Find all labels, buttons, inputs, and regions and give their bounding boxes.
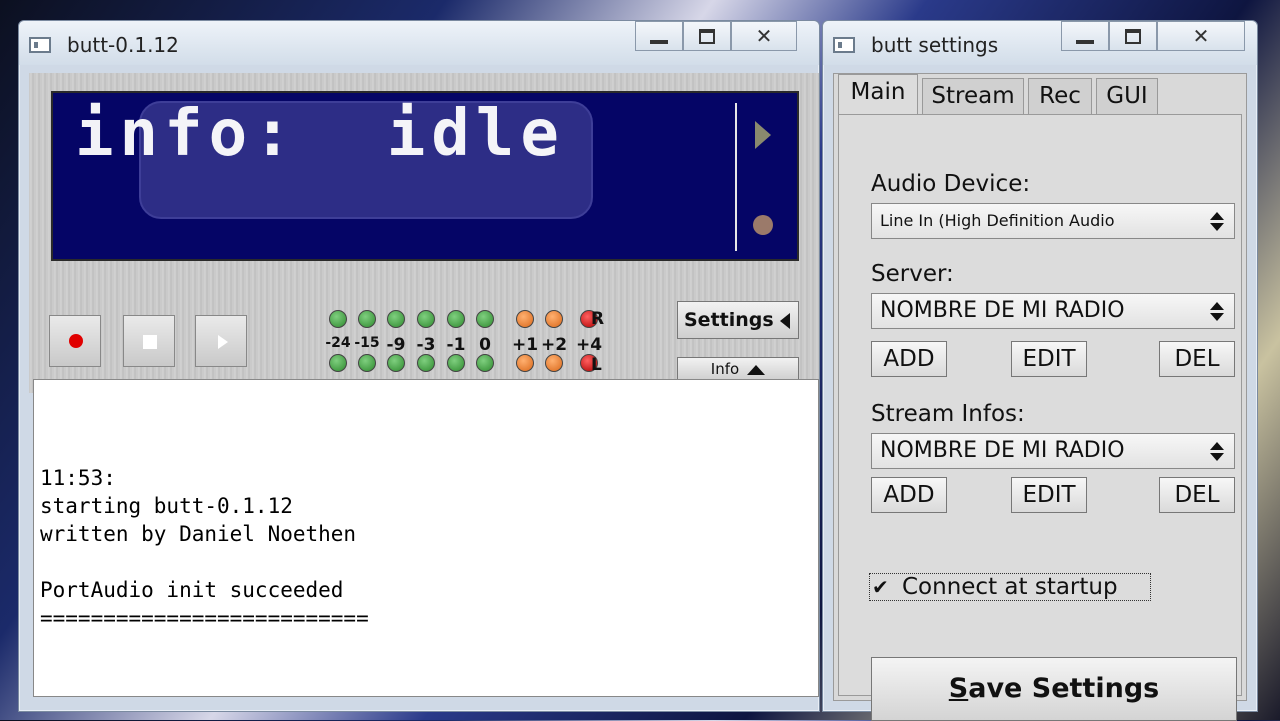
- meter-led: [417, 310, 435, 328]
- record-button[interactable]: [49, 315, 101, 367]
- tab-rec[interactable]: Rec: [1028, 78, 1092, 114]
- tab-gui[interactable]: GUI: [1096, 78, 1158, 114]
- settings-button-label: Settings: [684, 309, 774, 331]
- save-settings-label: ave Settings: [968, 673, 1160, 704]
- app-window-icon: [29, 37, 51, 53]
- play-icon: [218, 335, 228, 349]
- lcd-next-arrow-icon[interactable]: [755, 121, 771, 149]
- log-lines: 11:53: starting butt-0.1.12 written by Dan…: [40, 464, 818, 632]
- log-line: written by Daniel Noethen: [40, 522, 357, 546]
- settings-titlebar[interactable]: butt settings ✕: [823, 21, 1257, 65]
- log-line: ==========================: [40, 606, 369, 630]
- maximize-button[interactable]: [683, 21, 731, 51]
- meter-led: [329, 310, 347, 328]
- main-tab-panel: Audio Device: Line In (High Definition A…: [838, 114, 1242, 721]
- stream-infos-select[interactable]: NOMBRE DE MI RADIO: [871, 433, 1235, 469]
- select-arrows-icon: [1210, 442, 1224, 462]
- stream-infos-value: NOMBRE DE MI RADIO: [880, 438, 1125, 463]
- close-button[interactable]: ✕: [731, 21, 797, 51]
- meter-led: [476, 354, 494, 372]
- audio-device-value: Line In (High Definition Audio: [880, 211, 1115, 230]
- meter-led: [447, 310, 465, 328]
- meter-led: [358, 310, 376, 328]
- settings-maximize-button[interactable]: [1109, 21, 1157, 51]
- meter-db-label: 0: [479, 335, 491, 355]
- meter-led: [329, 354, 347, 372]
- settings-button[interactable]: Settings: [677, 301, 799, 339]
- settings-window: butt settings ✕ Main Stream Rec GUI Audi…: [822, 20, 1258, 721]
- stop-icon: [143, 335, 157, 349]
- settings-window-icon: [833, 37, 855, 53]
- info-button-label: Info: [710, 360, 740, 378]
- info-button[interactable]: Info: [677, 357, 799, 381]
- connect-at-startup-checkbox[interactable]: ✔ Connect at startup: [869, 573, 1151, 601]
- tab-main[interactable]: Main: [838, 74, 918, 114]
- stop-button[interactable]: [123, 315, 175, 367]
- butt-main-window: butt-0.1.12 ✕ info: idle -24 -15 -9 -3 -1 0 +1…: [18, 20, 820, 712]
- select-arrows-icon: [1210, 212, 1224, 232]
- server-del-button[interactable]: DEL: [1159, 341, 1235, 377]
- triangle-up-icon: [747, 364, 766, 375]
- meter-led: [387, 354, 405, 372]
- stream-edit-button[interactable]: EDIT: [1011, 477, 1087, 513]
- meter-db-label: +4: [575, 335, 603, 355]
- log-line: 11:53:: [40, 466, 116, 490]
- meter-led: [545, 310, 563, 328]
- meter-led: [358, 354, 376, 372]
- settings-window-title: butt settings: [871, 33, 999, 57]
- settings-minimize-button[interactable]: [1061, 21, 1109, 51]
- record-icon: [69, 334, 83, 348]
- meter-led: [516, 310, 534, 328]
- tab-stream[interactable]: Stream: [922, 78, 1024, 114]
- save-settings-mnemonic: S: [948, 673, 969, 704]
- meter-led: [545, 354, 563, 372]
- meter-led: [476, 310, 494, 328]
- meter-right-label: R: [591, 309, 605, 329]
- stream-del-button[interactable]: DEL: [1159, 477, 1235, 513]
- main-titlebar[interactable]: butt-0.1.12 ✕: [19, 21, 819, 65]
- audio-device-select[interactable]: Line In (High Definition Audio: [871, 203, 1235, 239]
- connect-at-startup-label: Connect at startup: [902, 574, 1118, 600]
- control-panel: info: idle -24 -15 -9 -3 -1 0 +1 +2 +4 R L Setti…: [29, 73, 819, 393]
- triangle-left-icon: [779, 312, 790, 329]
- log-output[interactable]: 11:53: starting butt-0.1.12 written by Dan…: [33, 379, 819, 697]
- server-value: NOMBRE DE MI RADIO: [880, 298, 1125, 323]
- lcd-status-text: info: idle: [75, 97, 565, 171]
- meter-db-label: +2: [540, 335, 568, 355]
- stream-infos-label: Stream Infos:: [871, 401, 1025, 427]
- log-line: starting butt-0.1.12: [40, 494, 293, 518]
- select-arrows-icon: [1210, 302, 1224, 322]
- server-select[interactable]: NOMBRE DE MI RADIO: [871, 293, 1235, 329]
- log-line: PortAudio init succeeded: [40, 578, 344, 602]
- server-add-button[interactable]: ADD: [871, 341, 947, 377]
- audio-device-label: Audio Device:: [871, 171, 1031, 197]
- lcd-display: info: idle: [51, 91, 799, 261]
- stream-add-button[interactable]: ADD: [871, 477, 947, 513]
- lcd-indicator-dot: [753, 215, 773, 235]
- lcd-divider: [735, 103, 737, 251]
- server-edit-button[interactable]: EDIT: [1011, 341, 1087, 377]
- main-window-title: butt-0.1.12: [67, 33, 179, 57]
- meter-left-label: L: [591, 355, 602, 375]
- settings-body: Main Stream Rec GUI Audio Device: Line I…: [833, 73, 1247, 721]
- meter-led: [447, 354, 465, 372]
- meter-led: [417, 354, 435, 372]
- meter-led: [387, 310, 405, 328]
- settings-close-button[interactable]: ✕: [1157, 21, 1245, 51]
- minimize-button[interactable]: [635, 21, 683, 51]
- server-label: Server:: [871, 261, 954, 287]
- save-settings-button[interactable]: Save Settings: [871, 657, 1237, 721]
- play-button[interactable]: [195, 315, 247, 367]
- meter-led: [516, 354, 534, 372]
